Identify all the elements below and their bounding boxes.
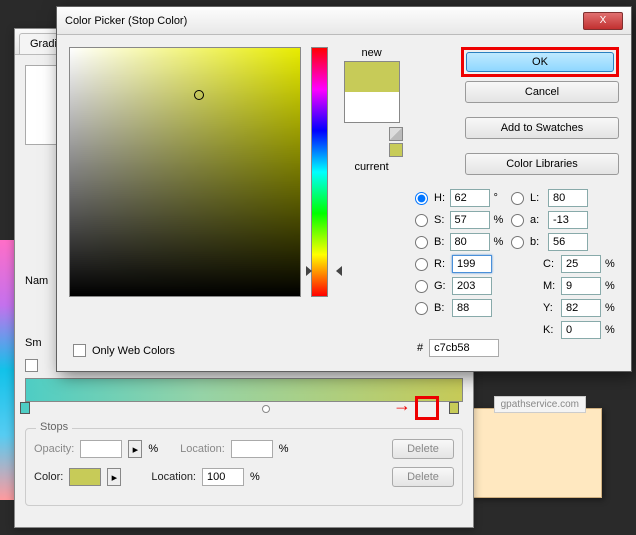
l-radio[interactable]	[511, 192, 524, 205]
annotation-ok-highlight: OK	[461, 47, 619, 77]
b-hsb-label: B:	[434, 236, 446, 248]
hex-hash-label: #	[417, 342, 423, 354]
hue-slider-handle[interactable]	[306, 266, 312, 276]
location-input-2[interactable]	[202, 468, 244, 486]
h-radio[interactable]	[415, 192, 428, 205]
y-unit: %	[605, 302, 619, 314]
opacity-input	[80, 440, 122, 458]
sticky-note	[472, 408, 602, 498]
g-input[interactable]	[452, 277, 492, 295]
stop-color-dropdown[interactable]: ▸	[107, 468, 121, 486]
s-unit: %	[494, 214, 506, 226]
compare-swatch	[344, 61, 400, 123]
s-radio[interactable]	[415, 214, 428, 227]
h-label: H:	[434, 192, 446, 204]
m-input[interactable]	[561, 277, 601, 295]
r-radio[interactable]	[415, 258, 428, 271]
b-hsb-input[interactable]	[450, 233, 490, 251]
location-label-1: Location:	[180, 443, 225, 455]
current-color-swatch[interactable]	[345, 92, 399, 122]
delete-color-stop-button: Delete	[392, 467, 454, 487]
k-input[interactable]	[561, 321, 601, 339]
y-input[interactable]	[561, 299, 601, 317]
l-label: L:	[530, 192, 544, 204]
hue-slider[interactable]	[311, 47, 328, 297]
location-unit-2: %	[250, 471, 260, 483]
nearest-websafe-swatch[interactable]	[389, 143, 403, 157]
h-unit: °	[494, 192, 506, 204]
a-label: a:	[530, 214, 544, 226]
gradient-stop-left[interactable]	[20, 402, 30, 414]
cancel-button[interactable]: Cancel	[465, 81, 619, 103]
r-label: R:	[434, 258, 448, 270]
ok-button[interactable]: OK	[466, 52, 614, 72]
stop-color-swatch[interactable]	[69, 468, 101, 486]
color-label: Color:	[34, 471, 63, 483]
m-label: M:	[543, 280, 557, 292]
location-label-2: Location:	[151, 471, 196, 483]
opacity-unit: %	[148, 443, 158, 455]
b-rgb-label: B:	[434, 302, 448, 314]
color-picker-dialog: Color Picker (Stop Color) X new current …	[56, 6, 632, 372]
b-hsb-unit: %	[494, 236, 506, 248]
s-input[interactable]	[450, 211, 490, 229]
close-button[interactable]: X	[583, 12, 623, 30]
b-lab-radio[interactable]	[511, 236, 524, 249]
delete-opacity-stop-button: Delete	[392, 439, 454, 459]
b-hsb-radio[interactable]	[415, 236, 428, 249]
annotation-arrow: →	[393, 395, 411, 416]
g-radio[interactable]	[415, 280, 428, 293]
smoothness-checkbox[interactable]	[25, 359, 38, 372]
b-rgb-input[interactable]	[452, 299, 492, 317]
s-label: S:	[434, 214, 446, 226]
b-lab-label: b:	[530, 236, 544, 248]
annotation-highlight-box	[415, 396, 439, 420]
a-radio[interactable]	[511, 214, 524, 227]
location-input-1	[231, 440, 273, 458]
color-libraries-button[interactable]: Color Libraries	[465, 153, 619, 175]
b-lab-input[interactable]	[548, 233, 588, 251]
only-web-colors-label: Only Web Colors	[92, 345, 175, 357]
gradient-midpoint[interactable]	[262, 405, 270, 413]
a-input[interactable]	[548, 211, 588, 229]
location-unit-1: %	[279, 443, 289, 455]
c-input[interactable]	[561, 255, 601, 273]
hex-input[interactable]	[429, 339, 499, 357]
stops-group: Stops Opacity: ▸ % Location: % Delete Co…	[25, 428, 463, 506]
current-label: current	[354, 161, 388, 173]
new-label: new	[361, 47, 381, 59]
stops-legend: Stops	[36, 421, 72, 433]
sv-marker[interactable]	[194, 90, 204, 100]
k-unit: %	[605, 324, 619, 336]
k-label: K:	[543, 324, 557, 336]
saturation-value-box[interactable]	[69, 47, 301, 297]
h-input[interactable]	[450, 189, 490, 207]
m-unit: %	[605, 280, 619, 292]
opacity-dropdown: ▸	[128, 440, 142, 458]
color-picker-titlebar[interactable]: Color Picker (Stop Color) X	[57, 7, 631, 35]
c-unit: %	[605, 258, 619, 270]
y-label: Y:	[543, 302, 557, 314]
gradient-bar-wrap: →	[25, 378, 463, 402]
gradient-stop-right[interactable]	[449, 402, 459, 414]
l-input[interactable]	[548, 189, 588, 207]
gamut-warning-icon[interactable]	[389, 127, 403, 141]
only-web-colors-checkbox[interactable]	[73, 344, 86, 357]
b-rgb-radio[interactable]	[415, 302, 428, 315]
r-input[interactable]	[452, 255, 492, 273]
c-label: C:	[543, 258, 557, 270]
opacity-label: Opacity:	[34, 443, 74, 455]
new-color-swatch[interactable]	[345, 62, 399, 92]
add-to-swatches-button[interactable]: Add to Swatches	[465, 117, 619, 139]
background-url-fragment: gpathservice.com	[494, 396, 586, 413]
color-picker-title: Color Picker (Stop Color)	[65, 15, 187, 27]
g-label: G:	[434, 280, 448, 292]
